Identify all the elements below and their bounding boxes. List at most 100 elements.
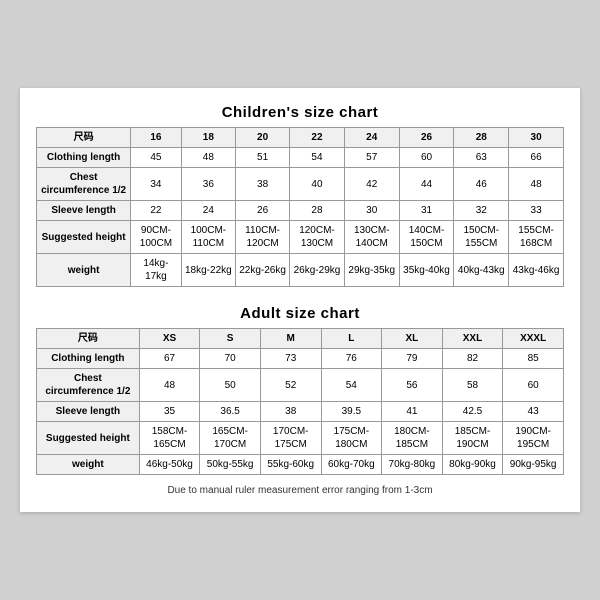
cell-value: 52 [260,369,321,402]
cell-value: 110CM-120CM [236,221,290,254]
row-label: Suggested height [37,422,140,455]
cell-value: 36.5 [200,402,261,422]
cell-value: 46 [454,168,509,201]
column-header: L [321,329,382,349]
cell-value: 70 [200,349,261,369]
cell-value: 35 [139,402,200,422]
row-label: Sleeve length [37,201,131,221]
cell-value: 60 [399,148,454,168]
cell-value: 44 [399,168,454,201]
table-row: Suggested height158CM-165CM165CM-170CM17… [37,422,564,455]
cell-value: 36 [181,168,235,201]
column-header: 26 [399,128,454,148]
cell-value: 48 [509,168,564,201]
cell-value: 43 [503,402,564,422]
cell-value: 22kg-26kg [236,254,290,287]
cell-value: 18kg-22kg [181,254,235,287]
cell-value: 82 [442,349,503,369]
row-label: Sleeve length [37,402,140,422]
cell-value: 22 [131,201,181,221]
row-label: Clothing length [37,349,140,369]
cell-value: 26 [236,201,290,221]
cell-value: 63 [454,148,509,168]
cell-value: 54 [321,369,382,402]
column-header: 22 [290,128,345,148]
cell-value: 46kg-50kg [139,455,200,475]
size-chart-card: Children's size chart 尺码1618202224262830… [20,88,580,512]
cell-value: 42.5 [442,402,503,422]
column-header: 24 [344,128,399,148]
row-label: weight [37,455,140,475]
adult-table: 尺码XSSMLXLXXLXXXLClothing length677073767… [36,328,564,475]
cell-value: 51 [236,148,290,168]
cell-value: 60kg-70kg [321,455,382,475]
column-header: 20 [236,128,290,148]
cell-value: 90CM-100CM [131,221,181,254]
cell-value: 26kg-29kg [290,254,345,287]
row-label: Clothing length [37,148,131,168]
cell-value: 43kg-46kg [509,254,564,287]
cell-value: 70kg-80kg [382,455,443,475]
column-header: XS [139,329,200,349]
cell-value: 185CM-190CM [442,422,503,455]
cell-value: 155CM-168CM [509,221,564,254]
cell-value: 42 [344,168,399,201]
adult-title: Adult size chart [36,305,564,322]
table-row: Sleeve length3536.53839.54142.543 [37,402,564,422]
cell-value: 54 [290,148,345,168]
cell-value: 150CM-155CM [454,221,509,254]
cell-value: 60 [503,369,564,402]
column-header: XXXL [503,329,564,349]
cell-value: 41 [382,402,443,422]
table-row: Clothing length4548515457606366 [37,148,564,168]
column-header: 28 [454,128,509,148]
cell-value: 130CM-140CM [344,221,399,254]
cell-value: 35kg-40kg [399,254,454,287]
cell-value: 55kg-60kg [260,455,321,475]
cell-value: 90kg-95kg [503,455,564,475]
column-header: 30 [509,128,564,148]
cell-value: 34 [131,168,181,201]
cell-value: 158CM-165CM [139,422,200,455]
cell-value: 180CM-185CM [382,422,443,455]
cell-value: 67 [139,349,200,369]
cell-value: 76 [321,349,382,369]
cell-value: 45 [131,148,181,168]
column-header: 尺码 [37,128,131,148]
cell-value: 31 [399,201,454,221]
column-header: 尺码 [37,329,140,349]
column-header: S [200,329,261,349]
table-row: weight46kg-50kg50kg-55kg55kg-60kg60kg-70… [37,455,564,475]
cell-value: 58 [442,369,503,402]
cell-value: 14kg-17kg [131,254,181,287]
cell-value: 190CM-195CM [503,422,564,455]
cell-value: 100CM-110CM [181,221,235,254]
cell-value: 66 [509,148,564,168]
cell-value: 48 [181,148,235,168]
cell-value: 50kg-55kg [200,455,261,475]
cell-value: 56 [382,369,443,402]
children-table: 尺码1618202224262830Clothing length4548515… [36,127,564,287]
row-label: Suggested height [37,221,131,254]
cell-value: 40 [290,168,345,201]
table-row: weight14kg-17kg18kg-22kg22kg-26kg26kg-29… [37,254,564,287]
cell-value: 73 [260,349,321,369]
cell-value: 29kg-35kg [344,254,399,287]
row-label: weight [37,254,131,287]
cell-value: 33 [509,201,564,221]
table-row: Suggested height90CM-100CM100CM-110CM110… [37,221,564,254]
cell-value: 24 [181,201,235,221]
cell-value: 80kg-90kg [442,455,503,475]
column-header: XL [382,329,443,349]
cell-value: 40kg-43kg [454,254,509,287]
cell-value: 85 [503,349,564,369]
column-header: 18 [181,128,235,148]
cell-value: 28 [290,201,345,221]
cell-value: 39.5 [321,402,382,422]
cell-value: 48 [139,369,200,402]
cell-value: 50 [200,369,261,402]
cell-value: 57 [344,148,399,168]
cell-value: 38 [236,168,290,201]
cell-value: 175CM-180CM [321,422,382,455]
table-row: Clothing length67707376798285 [37,349,564,369]
